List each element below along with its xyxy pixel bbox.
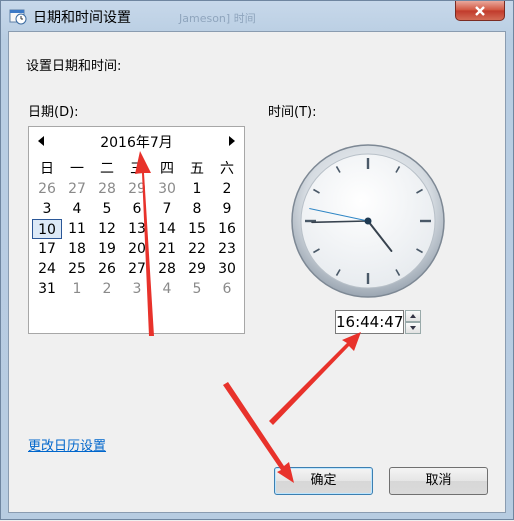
calendar-month-title[interactable]: 2016年7月: [69, 132, 204, 152]
calendar-day[interactable]: 12: [92, 219, 122, 239]
calendar-day[interactable]: 24: [32, 259, 62, 279]
next-month-icon[interactable]: [229, 136, 235, 146]
cancel-button[interactable]: 取消: [389, 467, 488, 495]
weekday-header: 日: [40, 161, 54, 177]
calendar-day[interactable]: 14: [152, 219, 182, 239]
calendar-day[interactable]: 6: [212, 279, 242, 299]
calendar-day[interactable]: 9: [212, 199, 242, 219]
weekday-header: 五: [190, 161, 204, 177]
calendar-day[interactable]: 18: [62, 239, 92, 259]
calendar-day[interactable]: 16: [212, 219, 242, 239]
up-arrow-icon: [410, 314, 416, 318]
calendar-day[interactable]: 2: [92, 279, 122, 299]
calendar-day[interactable]: 21: [152, 239, 182, 259]
calendar-day[interactable]: 26: [32, 179, 62, 199]
weekday-header: 三: [130, 161, 144, 177]
calendar-header: 2016年7月: [29, 131, 244, 151]
calendar-day[interactable]: 4: [152, 279, 182, 299]
calendar-grid: 日一二三四五六 26 27 28 29 30 1 2 3 4 5 6 7 8 9 10 11 12 13 14 15 16…: [32, 159, 242, 299]
calendar-day[interactable]: 30: [152, 179, 182, 199]
calendar-day[interactable]: 11: [62, 219, 92, 239]
calendar-day[interactable]: 10: [32, 219, 62, 239]
calendar-day[interactable]: 1: [62, 279, 92, 299]
close-icon: [475, 5, 485, 16]
date-time-settings-window: 日期和时间设置 Jameson] 时间 设置日期和时间: 日期(D): 时间(T…: [0, 0, 514, 520]
calendar-day[interactable]: 19: [92, 239, 122, 259]
title-bar[interactable]: 日期和时间设置 Jameson] 时间: [1, 1, 513, 31]
calendar-day[interactable]: 6: [122, 199, 152, 219]
calendar-day[interactable]: 4: [62, 199, 92, 219]
calendar-day[interactable]: 28: [152, 259, 182, 279]
dialog-body: 设置日期和时间: 日期(D): 时间(T): 2016年7月 日一二三四五六 26…: [8, 31, 506, 513]
calendar-day[interactable]: 8: [182, 199, 212, 219]
time-spinner[interactable]: [405, 310, 421, 334]
calendar-day[interactable]: 30: [212, 259, 242, 279]
weekday-header: 一: [70, 161, 84, 177]
calendar-day[interactable]: 29: [122, 179, 152, 199]
calendar-day[interactable]: 27: [122, 259, 152, 279]
calendar-day[interactable]: 31: [32, 279, 62, 299]
clock-center: [364, 217, 372, 225]
weekday-header: 六: [220, 161, 234, 177]
close-button[interactable]: [455, 1, 505, 21]
calendar-day[interactable]: 25: [62, 259, 92, 279]
background-title-text: Jameson] 时间: [179, 12, 256, 25]
calendar-day[interactable]: 23: [212, 239, 242, 259]
time-down-button[interactable]: [405, 322, 421, 334]
ok-button[interactable]: 确定: [274, 467, 373, 495]
calendar-day[interactable]: 27: [62, 179, 92, 199]
calendar-day[interactable]: 13: [122, 219, 152, 239]
window-title: 日期和时间设置: [33, 10, 131, 26]
weekday-header: 四: [160, 161, 174, 177]
calendar-day[interactable]: 3: [122, 279, 152, 299]
calendar-day[interactable]: 22: [182, 239, 212, 259]
time-label: 时间(T):: [268, 105, 317, 120]
calendar-day[interactable]: 15: [182, 219, 212, 239]
calendar-day[interactable]: 1: [182, 179, 212, 199]
weekday-header: 二: [100, 161, 114, 177]
calendar-day[interactable]: 2: [212, 179, 242, 199]
calendar-day[interactable]: 20: [122, 239, 152, 259]
calendar-day[interactable]: 5: [92, 199, 122, 219]
analog-clock: [291, 144, 445, 298]
change-calendar-settings-link[interactable]: 更改日历设置: [28, 435, 106, 454]
calendar-day[interactable]: 26: [92, 259, 122, 279]
time-input[interactable]: 16:44:47: [335, 310, 404, 334]
calendar[interactable]: 2016年7月 日一二三四五六 26 27 28 29 30 1 2 3 4 5 6 7 8 9 10 11 12…: [28, 126, 245, 334]
calendar-day[interactable]: 3: [32, 199, 62, 219]
date-label: 日期(D):: [28, 105, 79, 120]
calendar-day[interactable]: 29: [182, 259, 212, 279]
calendar-day[interactable]: 7: [152, 199, 182, 219]
calendar-day[interactable]: 5: [182, 279, 212, 299]
calendar-day[interactable]: 17: [32, 239, 62, 259]
calendar-day[interactable]: 28: [92, 179, 122, 199]
dialog-heading: 设置日期和时间:: [26, 59, 122, 74]
time-up-button[interactable]: [405, 310, 421, 322]
calendar-clock-icon: [9, 9, 27, 25]
down-arrow-icon: [410, 326, 416, 330]
previous-month-icon[interactable]: [38, 136, 44, 146]
